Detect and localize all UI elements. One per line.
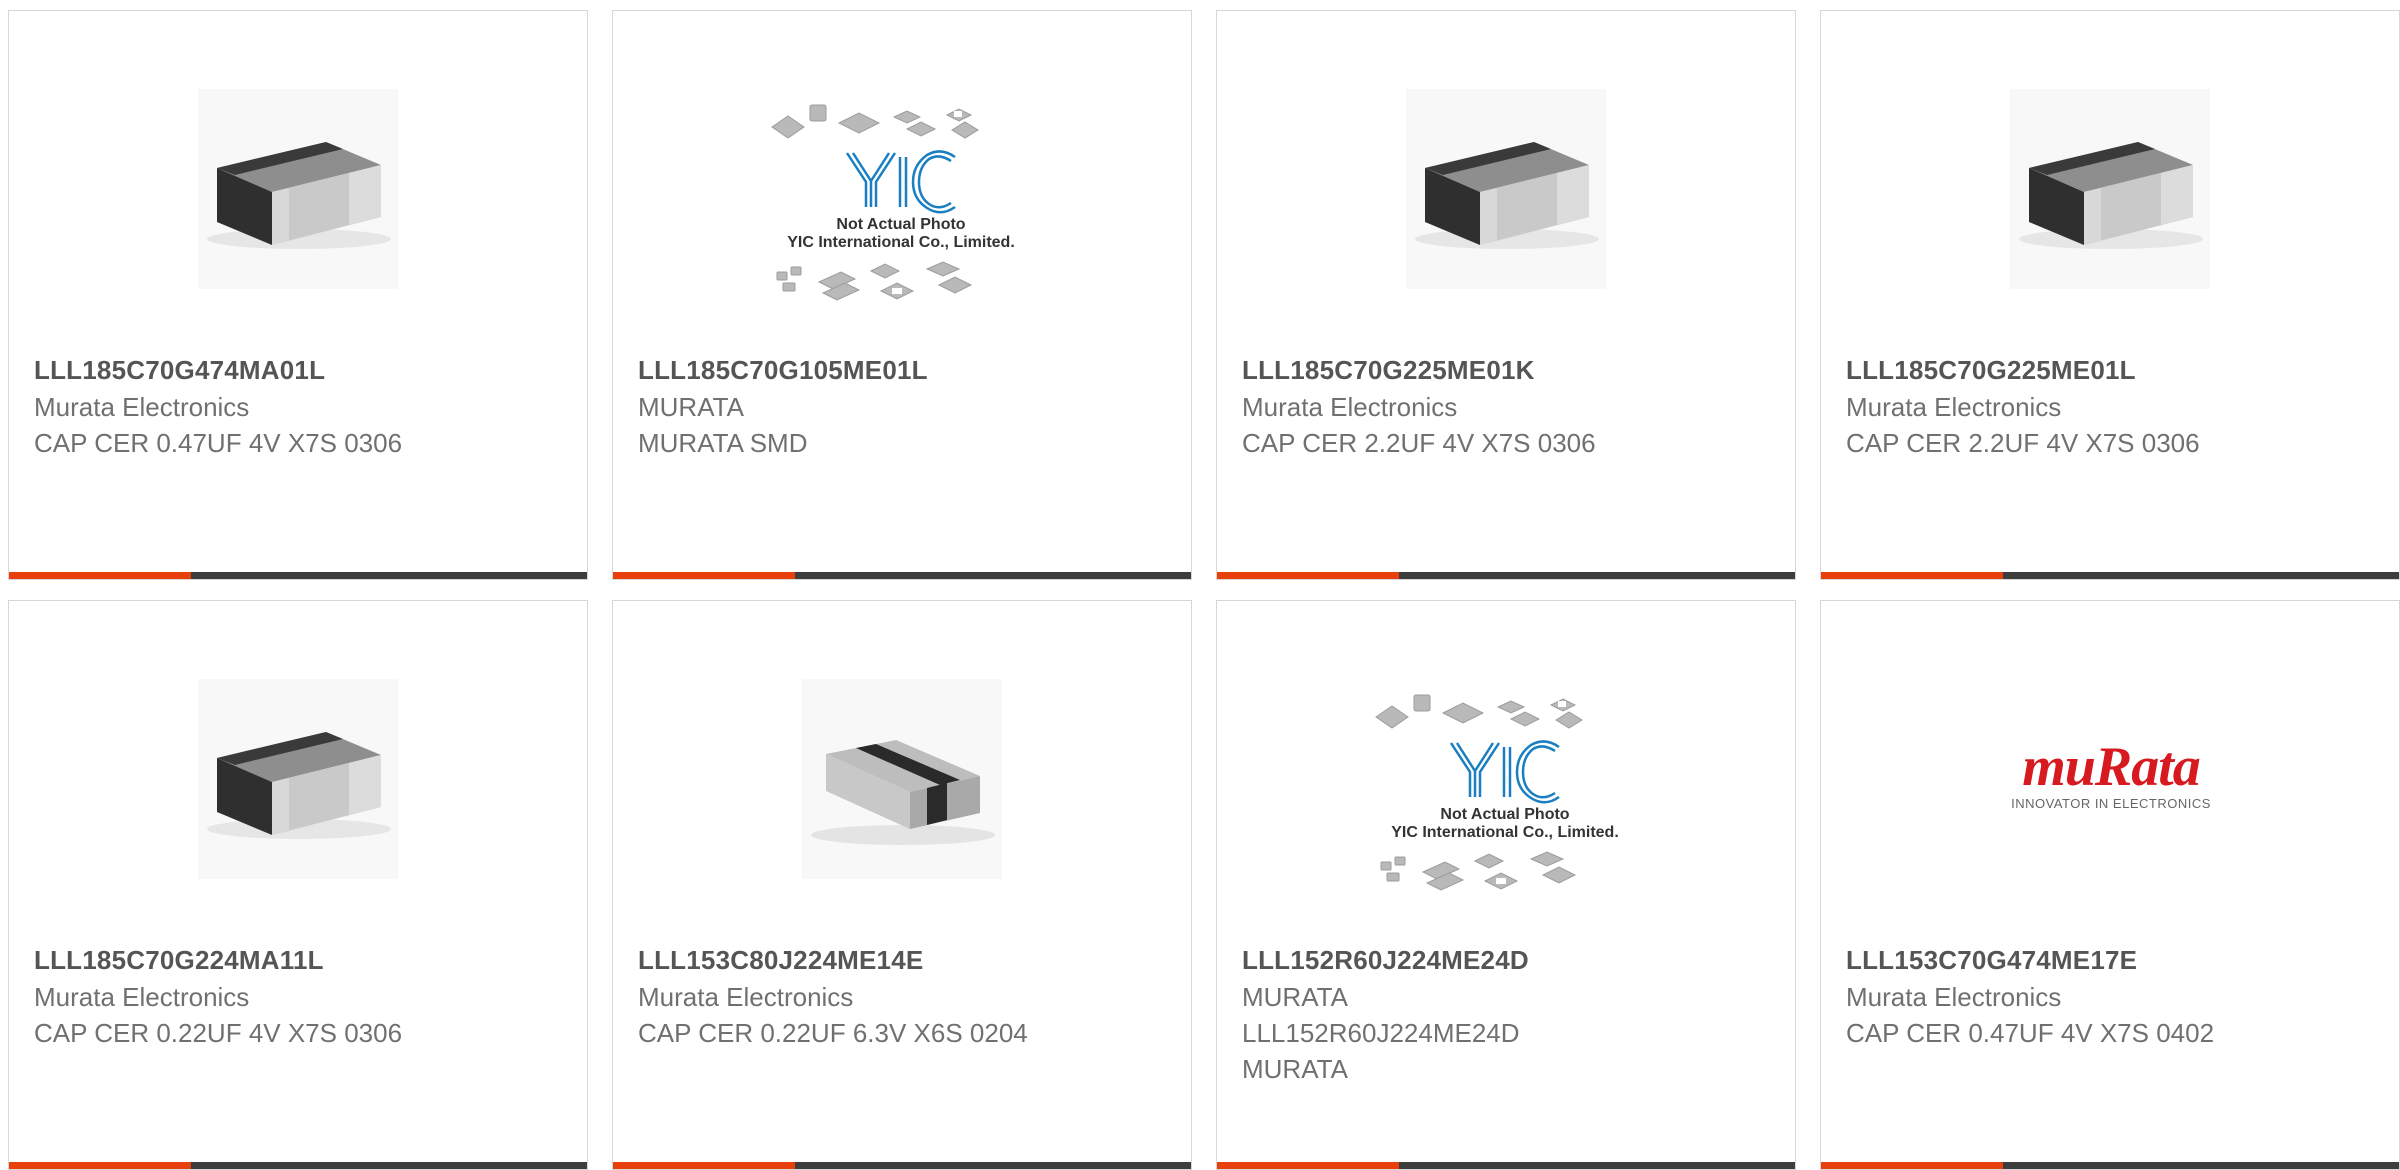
- product-description: CAP CER 2.2UF 4V X7S 0306: [1242, 428, 1596, 458]
- card-footer-bar: [1217, 572, 1795, 579]
- capacitor-image: [198, 89, 398, 289]
- yic-caption-line1: Not Actual Photo: [836, 216, 965, 233]
- product-description: CAP CER 0.22UF 6.3V X6S 0204: [638, 1018, 1028, 1048]
- card-footer-bar: [9, 572, 587, 579]
- capacitor-image: [802, 679, 1002, 879]
- product-description: LLL152R60J224ME24D: [1242, 1018, 1520, 1048]
- product-image[interactable]: [613, 657, 1191, 947]
- product-image[interactable]: Not Actual Photo YIC International Co., …: [613, 67, 1191, 357]
- card-footer-accent: [1821, 1162, 2003, 1169]
- yic-placeholder-image: Not Actual Photo YIC International Co., …: [771, 104, 1015, 301]
- card-footer-accent: [1821, 572, 2003, 579]
- part-number-link[interactable]: LLL185C70G105ME01L: [638, 351, 1171, 389]
- capacitor-image: [2010, 89, 2210, 289]
- part-number-link[interactable]: LLL153C80J224ME14E: [638, 941, 1171, 979]
- product-image[interactable]: Not Actual Photo YIC International Co., …: [1217, 657, 1795, 947]
- card-footer-accent: [613, 572, 795, 579]
- card-footer-accent: [1217, 1162, 1399, 1169]
- card-footer-bar: [613, 572, 1191, 579]
- manufacturer-name: MURATA: [638, 392, 744, 422]
- card-footer-accent: [1217, 572, 1399, 579]
- product-description: CAP CER 0.22UF 4V X7S 0306: [34, 1018, 403, 1048]
- card-footer-accent: [9, 1162, 191, 1169]
- part-number-link[interactable]: LLL185C70G224MA11L: [34, 941, 567, 979]
- product-info: LLL185C70G225ME01L Murata Electronics CAP …: [1846, 351, 2379, 461]
- part-number-link[interactable]: LLL185C70G225ME01K: [1242, 351, 1775, 389]
- product-description: CAP CER 0.47UF 4V X7S 0402: [1846, 1018, 2215, 1048]
- product-info: LLL185C70G105ME01L MURATA MURATA SMD: [638, 351, 1171, 461]
- part-number-link[interactable]: LLL185C70G225ME01L: [1846, 351, 2379, 389]
- yic-caption-line1: Not Actual Photo: [1440, 806, 1569, 823]
- product-description: MURATA: [1242, 1054, 1348, 1084]
- product-card[interactable]: LLL185C70G474MA01L Murata Electronics CAP …: [8, 10, 588, 580]
- product-description: CAP CER 2.2UF 4V X7S 0306: [1846, 428, 2200, 458]
- product-card[interactable]: Not Actual Photo YIC International Co., …: [1216, 600, 1796, 1170]
- product-image[interactable]: [1821, 67, 2399, 357]
- product-info: LLL185C70G224MA11L Murata Electronics CAP …: [34, 941, 567, 1051]
- manufacturer-name: Murata Electronics: [34, 392, 250, 422]
- product-info: LLL185C70G225ME01K Murata Electronics CAP …: [1242, 351, 1775, 461]
- product-description: MURATA SMD: [638, 428, 808, 458]
- card-footer-bar: [9, 1162, 587, 1169]
- part-number-link[interactable]: LLL152R60J224ME24D: [1242, 941, 1775, 979]
- product-grid: LLL185C70G474MA01L Murata Electronics CAP …: [8, 10, 2400, 1170]
- card-footer-accent: [9, 572, 191, 579]
- capacitor-image: [198, 679, 398, 879]
- product-image[interactable]: [9, 657, 587, 947]
- product-description: CAP CER 0.47UF 4V X7S 0306: [34, 428, 403, 458]
- murata-tagline: INNOVATOR IN ELECTRONICS: [2011, 796, 2211, 811]
- card-footer-accent: [613, 1162, 795, 1169]
- product-info: LLL153C70G474ME17E Murata Electronics CAP …: [1846, 941, 2379, 1051]
- murata-wordmark: muRata: [2022, 736, 2200, 798]
- product-info: LLL152R60J224ME24D MURATA LLL152R60J224ME2…: [1242, 941, 1775, 1087]
- card-footer-bar: [1821, 1162, 2399, 1169]
- capacitor-image: [1406, 89, 1606, 289]
- manufacturer-name: Murata Electronics: [1846, 982, 2062, 1012]
- product-image[interactable]: [9, 67, 587, 357]
- murata-logo-image: muRata INNOVATOR IN ELECTRONICS: [2011, 736, 2211, 811]
- product-card[interactable]: LLL185C70G224MA11L Murata Electronics CAP …: [8, 600, 588, 1170]
- manufacturer-name: Murata Electronics: [638, 982, 854, 1012]
- yic-caption-line2: YIC International Co., Limited.: [787, 234, 1015, 251]
- manufacturer-name: MURATA: [1242, 982, 1348, 1012]
- product-card[interactable]: LLL185C70G225ME01K Murata Electronics CAP …: [1216, 10, 1796, 580]
- product-card[interactable]: LLL185C70G225ME01L Murata Electronics CAP …: [1820, 10, 2400, 580]
- card-footer-bar: [1217, 1162, 1795, 1169]
- part-number-link[interactable]: LLL185C70G474MA01L: [34, 351, 567, 389]
- product-card[interactable]: Not Actual Photo YIC International Co., …: [612, 10, 1192, 580]
- product-card[interactable]: LLL153C80J224ME14E Murata Electronics CAP …: [612, 600, 1192, 1170]
- manufacturer-name: Murata Electronics: [34, 982, 250, 1012]
- product-info: LLL185C70G474MA01L Murata Electronics CAP …: [34, 351, 567, 461]
- card-footer-bar: [1821, 572, 2399, 579]
- product-image[interactable]: [1217, 67, 1795, 357]
- manufacturer-name: Murata Electronics: [1846, 392, 2062, 422]
- card-footer-bar: [613, 1162, 1191, 1169]
- product-image[interactable]: muRata INNOVATOR IN ELECTRONICS: [1821, 657, 2399, 947]
- yic-placeholder-image: Not Actual Photo YIC International Co., …: [1375, 694, 1619, 891]
- product-info: LLL153C80J224ME14E Murata Electronics CAP …: [638, 941, 1171, 1051]
- part-number-link[interactable]: LLL153C70G474ME17E: [1846, 941, 2379, 979]
- manufacturer-name: Murata Electronics: [1242, 392, 1458, 422]
- yic-caption-line2: YIC International Co., Limited.: [1391, 824, 1619, 841]
- product-card[interactable]: muRata INNOVATOR IN ELECTRONICS LLL153C7…: [1820, 600, 2400, 1170]
